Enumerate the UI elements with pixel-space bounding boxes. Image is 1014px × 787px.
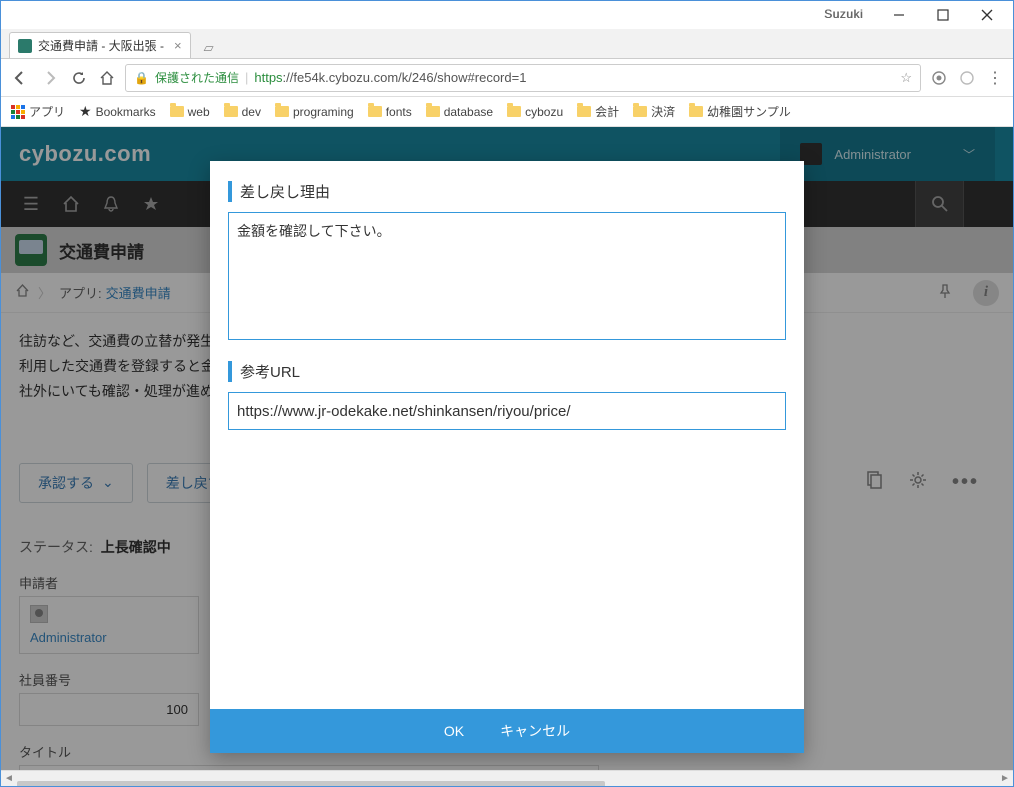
- reason-section-title: 差し戻し理由: [228, 181, 786, 202]
- folder-icon: [633, 106, 647, 117]
- folder-icon: [224, 106, 238, 117]
- bookmark-label: programing: [293, 105, 354, 119]
- reference-url-input[interactable]: [228, 392, 786, 430]
- bookmark-label: fonts: [386, 105, 412, 119]
- folder-icon: [368, 106, 382, 117]
- window-titlebar: Suzuki: [1, 1, 1013, 29]
- scroll-left-button[interactable]: ◄: [1, 771, 17, 787]
- horizontal-scrollbar[interactable]: ◄ ►: [1, 770, 1013, 786]
- bookmark-label: database: [444, 105, 493, 119]
- new-tab-button[interactable]: ▱: [197, 38, 221, 58]
- folder-icon: [507, 106, 521, 117]
- bookmarks-apps-label: アプリ: [29, 103, 65, 120]
- bookmark-item[interactable]: ★ Bookmarks: [79, 103, 156, 120]
- browser-tabs: 交通費申請 - 大阪出張 - × ▱: [1, 29, 1013, 59]
- browser-menu-button[interactable]: ⋮: [985, 68, 1005, 88]
- star-icon: ★: [79, 103, 92, 120]
- reload-button[interactable]: [69, 68, 89, 88]
- extension-icon-2[interactable]: [957, 68, 977, 88]
- url-scheme: https: [254, 70, 282, 85]
- folder-icon: [426, 106, 440, 117]
- bookmark-item[interactable]: programing: [275, 105, 354, 119]
- folder-icon: [689, 106, 703, 117]
- bookmark-item[interactable]: dev: [224, 105, 261, 119]
- secure-label: 保護された通信: [155, 69, 239, 86]
- scroll-right-button[interactable]: ►: [997, 771, 1013, 787]
- bookmark-label: 幼稚園サンプル: [707, 103, 791, 120]
- browser-toolbar: 🔒 保護された通信 | https://fe54k.cybozu.com/k/2…: [1, 59, 1013, 97]
- bookmarks-bar: アプリ ★Bookmarks web dev programing fonts …: [1, 97, 1013, 127]
- modal-overlay: 差し戻し理由 参考URL OK キャンセル: [1, 127, 1013, 786]
- browser-tab-active[interactable]: 交通費申請 - 大阪出張 - ×: [9, 32, 191, 58]
- bookmark-item[interactable]: 決済: [633, 103, 675, 120]
- bookmark-item[interactable]: web: [170, 105, 210, 119]
- bookmark-label: dev: [242, 105, 261, 119]
- tab-favicon: [18, 39, 32, 53]
- url-rest: ://fe54k.cybozu.com/k/246/show#record=1: [283, 70, 527, 85]
- tab-title: 交通費申請 - 大阪出張 -: [38, 37, 164, 54]
- folder-icon: [275, 106, 289, 117]
- bookmark-star-icon[interactable]: ☆: [900, 70, 912, 86]
- window-minimize-button[interactable]: [877, 2, 921, 28]
- bookmark-label: cybozu: [525, 105, 563, 119]
- dialog-footer: OK キャンセル: [210, 709, 804, 753]
- os-user-label: Suzuki: [824, 7, 863, 21]
- cancel-button[interactable]: キャンセル: [500, 721, 570, 741]
- window-maximize-button[interactable]: [921, 2, 965, 28]
- extension-icon-1[interactable]: [929, 68, 949, 88]
- home-button[interactable]: [97, 68, 117, 88]
- bookmark-item[interactable]: 幼稚園サンプル: [689, 103, 791, 120]
- bookmark-item[interactable]: database: [426, 105, 493, 119]
- window-close-button[interactable]: [965, 2, 1009, 28]
- address-bar[interactable]: 🔒 保護された通信 | https://fe54k.cybozu.com/k/2…: [125, 64, 921, 92]
- folder-icon: [577, 106, 591, 117]
- scroll-thumb[interactable]: [17, 781, 605, 787]
- bookmark-label: web: [188, 105, 210, 119]
- bookmark-label: 決済: [651, 103, 675, 120]
- bookmarks-apps-button[interactable]: アプリ: [11, 103, 65, 120]
- lock-icon: 🔒: [134, 71, 149, 85]
- bookmark-item[interactable]: 会計: [577, 103, 619, 120]
- bookmark-label: 会計: [595, 103, 619, 120]
- url-section-title: 参考URL: [228, 361, 786, 382]
- nav-back-button[interactable]: [9, 67, 31, 89]
- bookmark-label: Bookmarks: [96, 105, 156, 119]
- nav-forward-button[interactable]: [39, 67, 61, 89]
- bookmark-item[interactable]: cybozu: [507, 105, 563, 119]
- ok-button[interactable]: OK: [444, 723, 464, 739]
- reason-textarea[interactable]: [228, 212, 786, 340]
- bookmark-item[interactable]: fonts: [368, 105, 412, 119]
- return-dialog: 差し戻し理由 参考URL OK キャンセル: [210, 161, 804, 753]
- folder-icon: [170, 106, 184, 117]
- tab-close-icon[interactable]: ×: [174, 38, 182, 53]
- apps-grid-icon: [11, 105, 25, 119]
